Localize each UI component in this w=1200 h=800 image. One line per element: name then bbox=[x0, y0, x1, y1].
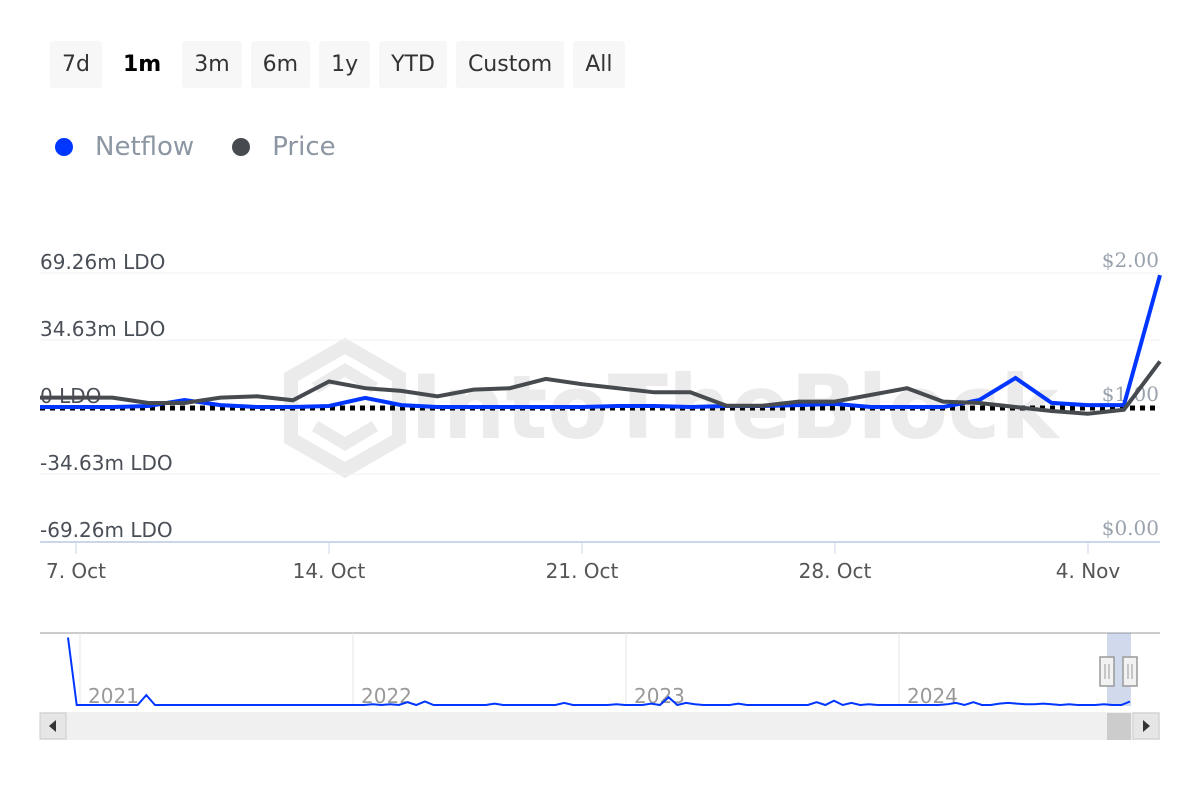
x-tick-label: 14. Oct bbox=[293, 559, 366, 583]
chart-svg: IntoTheBlock 69.26m LDO34.63m LDO0 LDO-3… bbox=[39, 248, 1162, 740]
y-left-tick-label: -69.26m LDO bbox=[40, 518, 173, 542]
scrollbar-thumb[interactable] bbox=[1107, 713, 1131, 740]
y-left-tick-label: -34.63m LDO bbox=[40, 451, 173, 475]
navigator-handle-left[interactable] bbox=[1099, 656, 1115, 687]
y-left-tick-label: 69.26m LDO bbox=[40, 250, 165, 274]
navigator-series-line bbox=[67, 637, 1131, 707]
x-tick-label: 7. Oct bbox=[46, 559, 106, 583]
x-tick-label: 4. Nov bbox=[1056, 559, 1121, 583]
y-right-tick-label: $2.00 bbox=[1102, 248, 1159, 272]
x-tick-label: 21. Oct bbox=[546, 559, 619, 583]
scrollbar[interactable] bbox=[39, 712, 1160, 740]
navigator-handle-right[interactable] bbox=[1122, 656, 1138, 687]
scrollbar-track[interactable] bbox=[40, 712, 1160, 740]
y-left-tick-label: 34.63m LDO bbox=[40, 317, 165, 341]
x-tick-label: 28. Oct bbox=[799, 559, 872, 583]
y-right-tick-label: $0.00 bbox=[1102, 516, 1159, 540]
